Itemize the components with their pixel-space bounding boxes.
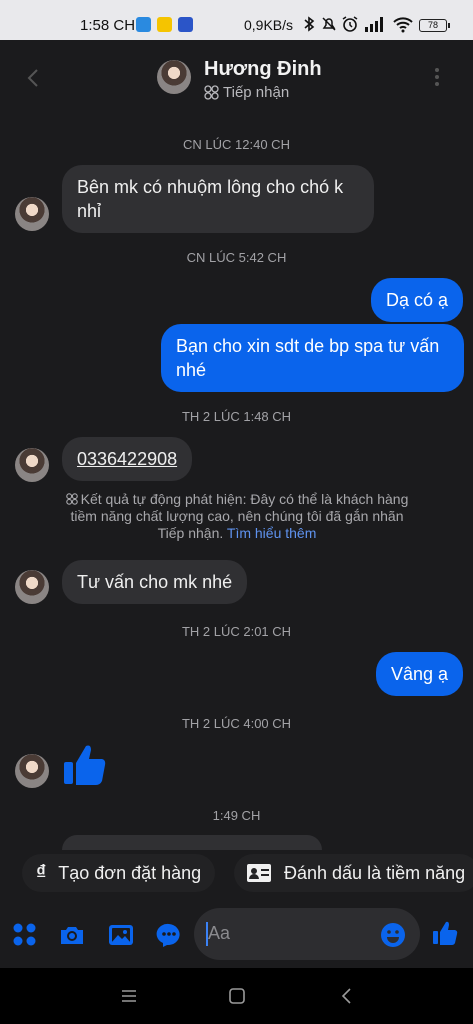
learn-more-link[interactable]: Tìm hiểu thêm [227,525,316,541]
sender-avatar[interactable] [15,197,49,231]
timestamp: TH 2 LÚC 2:01 CH [181,624,292,639]
app-notification-icon [136,17,151,32]
chat-header: Hương Đinh Tiếp nhận [0,40,473,124]
bluetooth-icon [304,16,315,32]
back-arrow-icon[interactable] [22,66,46,90]
contact-avatar[interactable] [157,60,191,94]
contact-name[interactable]: Hương Đinh [204,58,322,81]
timestamp: TH 2 LÚC 4:00 CH [181,716,292,731]
thumbs-up-sticker-icon[interactable] [62,742,108,788]
incoming-message[interactable]: Bên mk có nhuộm lông cho chó k nhỉ [62,165,374,233]
sender-avatar[interactable] [15,448,49,482]
sender-avatar[interactable] [15,570,49,604]
dong-currency-icon: ₫ [36,861,47,884]
timestamp: 1:49 CH [212,808,261,823]
battery-indicator: 78 [419,19,450,32]
incoming-message[interactable]: Tư vấn cho mk nhé [62,560,248,604]
lead-label-icon [65,493,78,505]
timestamp: TH 2 LÚC 1:48 CH [181,409,292,424]
app-notification-icon [157,17,172,32]
message-composer: Aa [0,900,473,968]
thumbs-up-send-icon[interactable] [432,920,458,946]
create-order-label: Tạo đơn đặt hàng [58,862,202,883]
signal-icon [365,17,383,32]
app-notification-icon [178,17,193,32]
timestamp: CN LÚC 12:40 CH [183,137,290,152]
contact-card-icon [247,864,271,882]
quick-actions-bar: ₫ Tạo đơn đặt hàng Đánh dấu là tiềm năng [0,850,473,896]
contact-status-text: Tiếp nhận [223,84,290,101]
outgoing-message[interactable]: Dạ có ạ [371,278,464,322]
lead-label-icon [204,85,219,100]
messenger-chat-icon[interactable] [156,922,182,948]
message-input-placeholder: Aa [208,923,231,943]
gallery-icon[interactable] [108,922,134,948]
status-time: 1:58 CH [80,17,136,34]
silent-icon [322,17,336,31]
alarm-icon [342,16,358,32]
camera-icon[interactable] [59,922,85,948]
status-bar: 1:58 CH 0,9KB/s 78 [0,0,473,40]
mark-lead-label: Đánh dấu là tiềm năng [284,862,466,883]
auto-detection-notice: Kết quả tự động phát hiện: Đây có thể là… [62,491,412,542]
sender-avatar[interactable] [15,754,49,788]
message-input[interactable]: Aa [194,908,420,960]
back-nav-icon[interactable] [337,986,357,1006]
system-navigation-bar [0,968,473,1024]
outgoing-message[interactable]: Vâng ạ [376,652,464,696]
create-order-button[interactable]: ₫ Tạo đơn đặt hàng [22,854,216,892]
outgoing-message[interactable]: Bạn cho xin sdt de bp spa tư vấn nhé [161,324,464,392]
more-options-icon[interactable] [430,66,444,88]
home-icon[interactable] [227,986,247,1006]
wifi-icon [393,17,413,33]
timestamp: CN LÚC 5:42 CH [186,250,287,265]
network-speed: 0,9KB/s [244,17,294,33]
mark-lead-button[interactable]: Đánh dấu là tiềm năng [234,854,473,892]
recent-apps-icon[interactable] [119,986,139,1006]
incoming-message[interactable]: 0336422908 [62,437,193,481]
contact-label[interactable]: Tiếp nhận [204,84,289,101]
apps-grid-icon[interactable] [12,922,38,948]
emoji-icon[interactable] [380,922,406,948]
phone-number-link[interactable]: 0336422908 [77,449,177,469]
